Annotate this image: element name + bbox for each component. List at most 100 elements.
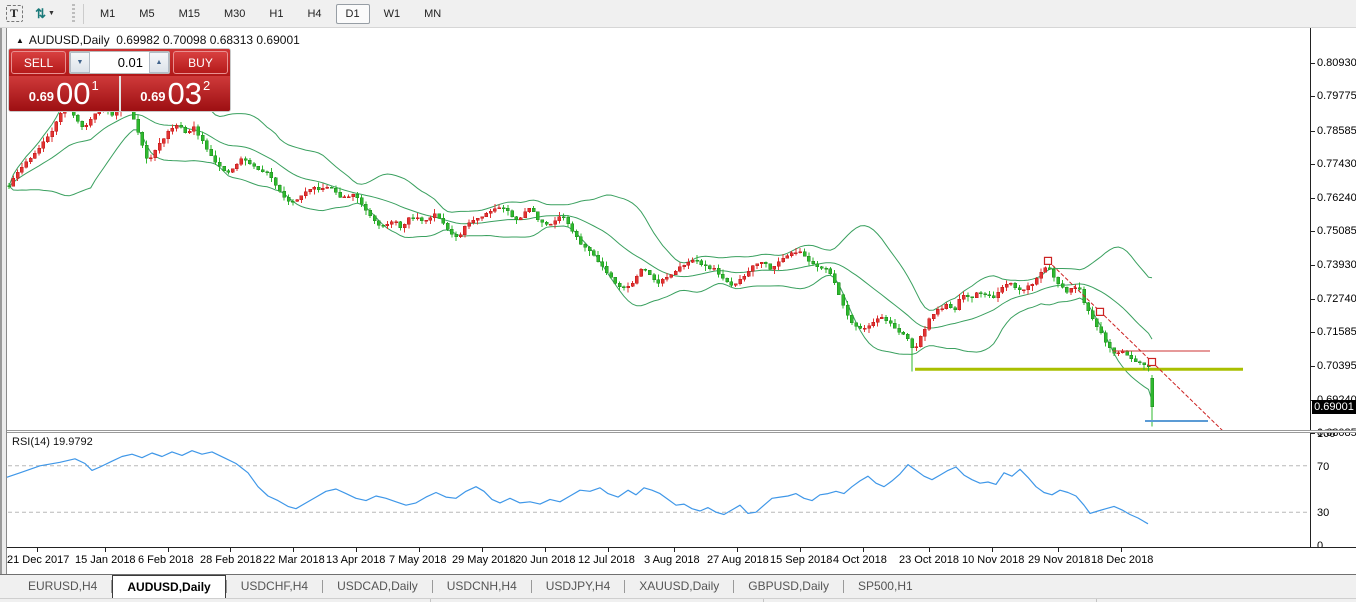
candle-body [145, 145, 148, 158]
candle-body [347, 197, 350, 198]
toolbar-separator [83, 4, 84, 24]
buy-price-display[interactable]: 0.69 03 2 [121, 76, 231, 111]
candle-body [532, 208, 535, 211]
timeframe-button-m15[interactable]: M15 [169, 4, 210, 24]
timeframe-button-w1[interactable]: W1 [374, 4, 411, 24]
candle-body [790, 253, 793, 256]
chart-tab-gbpusd[interactable]: GBPUSD,Daily [734, 575, 843, 598]
volume-input[interactable] [90, 52, 149, 73]
sell-price-display[interactable]: 0.69 00 1 [9, 76, 121, 111]
candle-body [665, 277, 668, 279]
pane-separator[interactable] [0, 430, 1356, 433]
chart-tab-sp500[interactable]: SP500,H1 [844, 575, 927, 598]
timeframe-button-m30[interactable]: M30 [214, 4, 255, 24]
chart-tab-audusd[interactable]: AUDUSD,Daily [112, 575, 225, 598]
candle-body [863, 328, 866, 329]
candle-body [1027, 286, 1030, 290]
candle-body [524, 212, 527, 218]
candle-body [932, 314, 935, 318]
date-axis[interactable]: 21 Dec 201715 Jan 20186 Feb 201828 Feb 2… [0, 547, 1356, 574]
trendline-handle[interactable] [1097, 308, 1104, 315]
candle-body [197, 127, 200, 136]
chart-tab-usdchf[interactable]: USDCHF,H4 [227, 575, 322, 598]
candle-body [382, 225, 385, 226]
candle-body [51, 131, 54, 137]
date-tick [168, 548, 169, 552]
chart-tab-usdjpy[interactable]: USDJPY,H4 [532, 575, 624, 598]
price-axis[interactable]: 0.809300.797750.785850.774300.762400.750… [1310, 28, 1356, 547]
candle-body [1044, 268, 1047, 272]
date-tick [545, 548, 546, 552]
date-tick [293, 548, 294, 552]
rsi-plot[interactable] [0, 433, 1310, 547]
bollinger-band-line [9, 130, 1152, 401]
timeframe-button-m5[interactable]: M5 [129, 4, 164, 24]
trendline[interactable] [1048, 261, 1223, 431]
candle-body [721, 274, 724, 278]
trendline-handle[interactable] [1149, 358, 1156, 365]
candle-body [799, 252, 802, 253]
timeframe-button-m1[interactable]: M1 [90, 4, 125, 24]
timeframe-button-h1[interactable]: H1 [259, 4, 293, 24]
volume-decrease-button[interactable]: ▼ [70, 52, 90, 73]
candle-body [846, 305, 849, 315]
rsi-indicator-label: RSI(14) 19.9792 [12, 436, 93, 448]
candle-body [803, 252, 806, 256]
candle-body [407, 218, 410, 224]
buy-button[interactable]: BUY [173, 51, 228, 74]
candle-body [545, 222, 548, 224]
date-axis-label: 3 Aug 2018 [644, 554, 700, 566]
candle-body [291, 201, 294, 202]
date-tick [800, 548, 801, 552]
candle-body [850, 315, 853, 323]
candle-body [992, 296, 995, 298]
candle-body [300, 196, 303, 200]
arrows-tool-button[interactable]: ⇅ ▼ [28, 3, 62, 25]
candle-body [175, 125, 178, 128]
candle-body [231, 169, 234, 173]
chart-tab-eurusd[interactable]: EURUSD,H4 [14, 575, 111, 598]
candle-body [941, 309, 944, 310]
chart-tab-usdcnh[interactable]: USDCNH,H4 [433, 575, 531, 598]
candle-body [304, 192, 307, 196]
volume-increase-button[interactable]: ▲ [149, 52, 169, 73]
candle-body [734, 284, 737, 285]
chart-tab-xauusd[interactable]: XAUUSD,Daily [625, 575, 733, 598]
candle-body [59, 113, 62, 122]
candle-body [868, 326, 871, 329]
date-tick [419, 548, 420, 552]
candle-body [928, 319, 931, 330]
candle-body [1121, 351, 1124, 352]
candle-body [760, 262, 763, 264]
timeframe-button-mn[interactable]: MN [414, 4, 451, 24]
candle-body [519, 218, 522, 220]
price-axis-label: 0.77430 [1317, 158, 1356, 170]
candle-body [476, 218, 479, 220]
candle-body [923, 329, 926, 336]
date-axis-label: 18 Dec 2018 [1091, 554, 1153, 566]
candle-body [360, 198, 363, 204]
candle-body [515, 217, 518, 220]
candle-body [794, 253, 797, 254]
candle-body [94, 114, 97, 119]
trendline-handle[interactable] [1045, 257, 1052, 264]
price-axis-label: 0.76240 [1317, 192, 1356, 204]
candle-body [377, 221, 380, 225]
date-tick [482, 548, 483, 552]
sell-button[interactable]: SELL [11, 51, 66, 74]
candle-body [833, 274, 836, 283]
timeframe-button-h4[interactable]: H4 [297, 4, 331, 24]
candle-body [713, 268, 716, 269]
candle-body [425, 220, 428, 221]
text-tool-button[interactable]: T [2, 3, 26, 25]
candle-body [807, 256, 810, 261]
chart-tab-usdcad[interactable]: USDCAD,Daily [323, 575, 432, 598]
candle-body [364, 204, 367, 210]
date-axis-label: 20 Jun 2018 [515, 554, 576, 566]
candle-body [223, 166, 226, 171]
timeframe-button-d1[interactable]: D1 [336, 4, 370, 24]
candle-body [270, 172, 273, 178]
candle-body [648, 270, 651, 274]
toolbar-grip[interactable] [72, 4, 75, 24]
candle-body [708, 266, 711, 269]
